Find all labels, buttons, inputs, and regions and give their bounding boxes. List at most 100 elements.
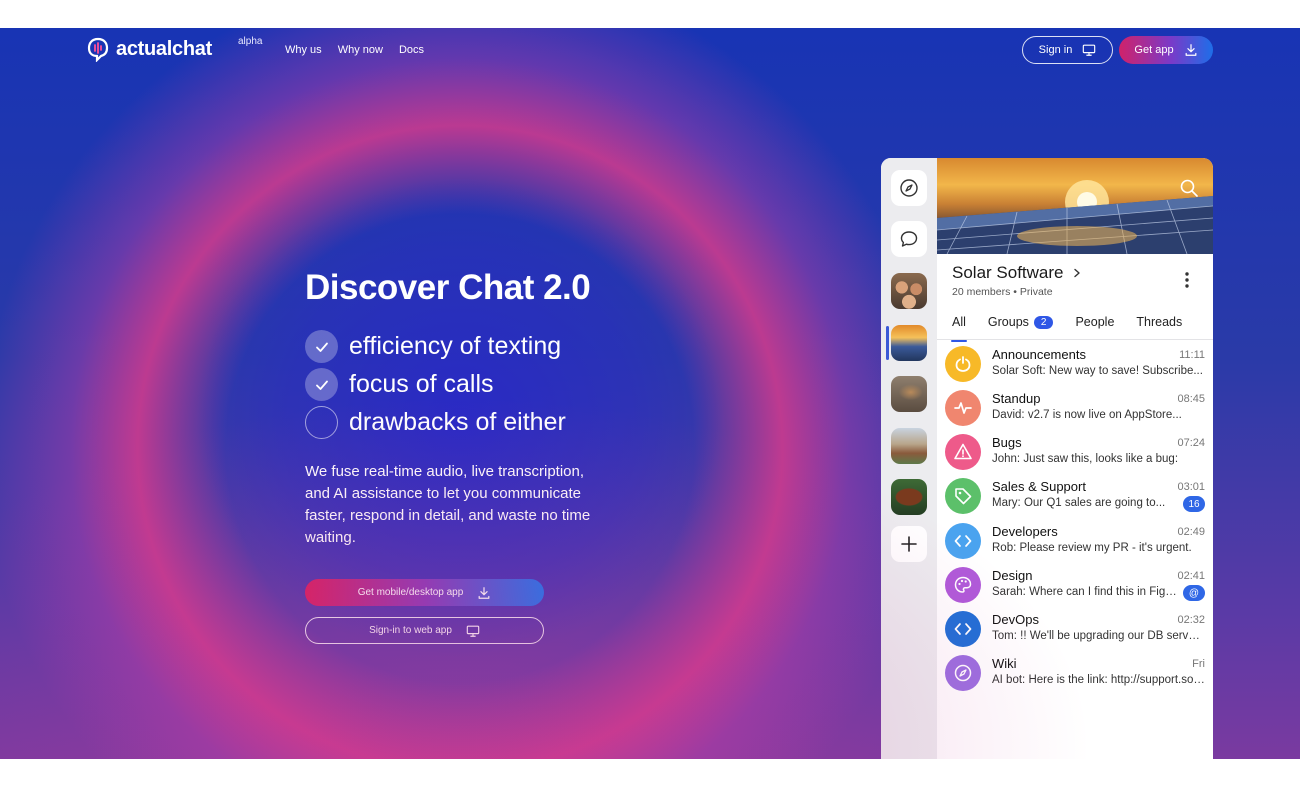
space-avatar-solar[interactable] <box>891 325 927 361</box>
chat-message: Please review my PR - it's urgent. <box>1019 542 1192 554</box>
chat-message: New way to save! Subscribe... <box>1048 365 1203 377</box>
unread-count-badge: 16 <box>1183 496 1205 512</box>
download-icon <box>478 586 490 599</box>
chat-name: Standup <box>992 391 1041 406</box>
chat-last-message: Mary: Our Q1 sales are going to... <box>992 497 1178 509</box>
nav-why-now[interactable]: Why now <box>338 44 383 56</box>
space-title[interactable]: Solar Software <box>952 263 1082 283</box>
chat-item-standup[interactable]: Standup 08:45 David: v2.7 is now live on… <box>937 386 1213 430</box>
tab-label: All <box>952 315 966 329</box>
chat-sender: David: <box>992 409 1025 421</box>
chat-sender: Rob: <box>992 542 1017 554</box>
code-icon <box>954 535 972 547</box>
tab-people[interactable]: People <box>1075 315 1114 329</box>
landing-page: actualchat alpha Why us Why now Docs Sig… <box>0 28 1300 759</box>
chat-sender: Solar Soft: <box>992 365 1046 377</box>
chat-sender: Tom: <box>992 630 1017 642</box>
chat-sender: Mary: <box>992 497 1021 509</box>
space-banner <box>937 158 1213 254</box>
chat-name: Design <box>992 568 1033 583</box>
active-space-indicator <box>886 326 889 360</box>
chat-avatar <box>945 434 981 470</box>
download-icon <box>1185 44 1196 56</box>
chat-time: 02:41 <box>1177 570 1205 582</box>
cta-secondary-label: Sign-in to web app <box>369 625 452 636</box>
logo[interactable]: actualchat alpha <box>86 36 262 62</box>
feature-text: drawbacks of either <box>349 408 566 436</box>
space-avatar-building[interactable] <box>891 428 927 464</box>
chat-last-message: David: v2.7 is now live on AppStore... <box>992 409 1206 421</box>
check-icon <box>305 330 338 363</box>
chat-last-message: Tom: !! We'll be upgrading our DB server… <box>992 630 1206 642</box>
main-nav: Why us Why now Docs <box>285 44 424 56</box>
chat-item-bugs[interactable]: Bugs 07:24 John: Just saw this, looks li… <box>937 430 1213 474</box>
chat-item-sales-support[interactable]: Sales & Support 03:01 Mary: Our Q1 sales… <box>937 474 1213 518</box>
chats-button[interactable] <box>891 221 927 257</box>
feature-text: focus of calls <box>349 370 494 398</box>
tab-threads[interactable]: Threads <box>1136 315 1182 329</box>
compass-icon <box>954 664 972 682</box>
feature-item: focus of calls <box>305 368 494 401</box>
chat-avatar <box>945 346 981 382</box>
app-preview: Solar Software 20 members • Private All … <box>881 158 1213 759</box>
get-app-cta-button[interactable]: Get mobile/desktop app <box>305 579 544 606</box>
chat-time: 02:49 <box>1177 526 1205 538</box>
chat-avatar <box>945 567 981 603</box>
empty-circle-icon <box>305 406 338 439</box>
nav-docs[interactable]: Docs <box>399 44 424 56</box>
get-app-label: Get app <box>1134 44 1174 56</box>
chat-item-design[interactable]: Design 02:41 Sarah: Where can I find thi… <box>937 563 1213 607</box>
solar-panel-banner-image <box>937 180 1213 254</box>
tab-label: People <box>1075 315 1115 329</box>
chat-item-devops[interactable]: DevOps 02:32 Tom: !! We'll be upgrading … <box>937 607 1213 651</box>
compass-icon <box>900 179 918 197</box>
tab-all[interactable]: All <box>951 315 967 342</box>
web-signin-cta-button[interactable]: Sign-in to web app <box>305 617 544 644</box>
chat-item-wiki[interactable]: Wiki Fri AI bot: Here is the link: http:… <box>937 651 1213 695</box>
get-app-button[interactable]: Get app <box>1119 36 1213 64</box>
cta-primary-label: Get mobile/desktop app <box>357 587 464 598</box>
search-icon[interactable] <box>1179 178 1199 198</box>
space-name: Solar Software <box>952 263 1064 282</box>
space-rail <box>881 158 937 759</box>
logo-mark-icon <box>87 37 109 62</box>
sign-in-label: Sign in <box>1038 44 1073 56</box>
chat-name: Wiki <box>992 656 1017 671</box>
space-avatar-football[interactable] <box>891 479 927 515</box>
check-icon <box>305 368 338 401</box>
palette-icon <box>954 576 972 593</box>
chat-last-message: Sarah: Where can I find this in Figma? <box>992 586 1178 598</box>
chat-name: Bugs <box>992 435 1022 450</box>
tabs-divider <box>937 339 1213 340</box>
chat-last-message: John: Just saw this, looks like a bug: <box>992 453 1206 465</box>
warning-icon <box>954 443 972 460</box>
more-options-icon[interactable] <box>1179 270 1195 290</box>
chat-avatar <box>945 655 981 691</box>
chat-item-developers[interactable]: Developers 02:49 Rob: Please review my P… <box>937 519 1213 563</box>
tab-groups[interactable]: Groups 2 <box>988 315 1054 329</box>
chat-avatar <box>945 611 981 647</box>
chat-name: Announcements <box>992 347 1086 362</box>
chat-item-announcements[interactable]: Announcements 11:11 Solar Soft: New way … <box>937 342 1213 386</box>
feature-item: drawbacks of either <box>305 406 566 439</box>
mention-badge: @ <box>1183 585 1205 601</box>
space-avatar-family[interactable] <box>891 273 927 309</box>
add-space-button[interactable] <box>891 526 927 562</box>
chat-avatar <box>945 390 981 426</box>
chat-last-message: Rob: Please review my PR - it's urgent. <box>992 542 1206 554</box>
space-avatar-dino[interactable] <box>891 376 927 412</box>
chat-message: Just saw this, looks like a bug: <box>1023 453 1179 465</box>
chat-tabs: All Groups 2 People Threads <box>951 315 1204 342</box>
chat-name: DevOps <box>992 612 1039 627</box>
groups-count-badge: 2 <box>1033 315 1054 329</box>
chat-time: 07:24 <box>1177 437 1205 449</box>
logo-text: actualchat <box>116 37 212 60</box>
sign-in-button[interactable]: Sign in <box>1022 36 1113 64</box>
chat-bubble-icon <box>900 231 918 247</box>
tab-label: Threads <box>1136 315 1183 329</box>
explore-button[interactable] <box>891 170 927 206</box>
chat-message: Here is the link: http://support.solarso… <box>1028 674 1206 686</box>
nav-why-us[interactable]: Why us <box>285 44 322 56</box>
chevron-right-icon <box>1073 268 1080 278</box>
monitor-icon <box>466 625 480 637</box>
